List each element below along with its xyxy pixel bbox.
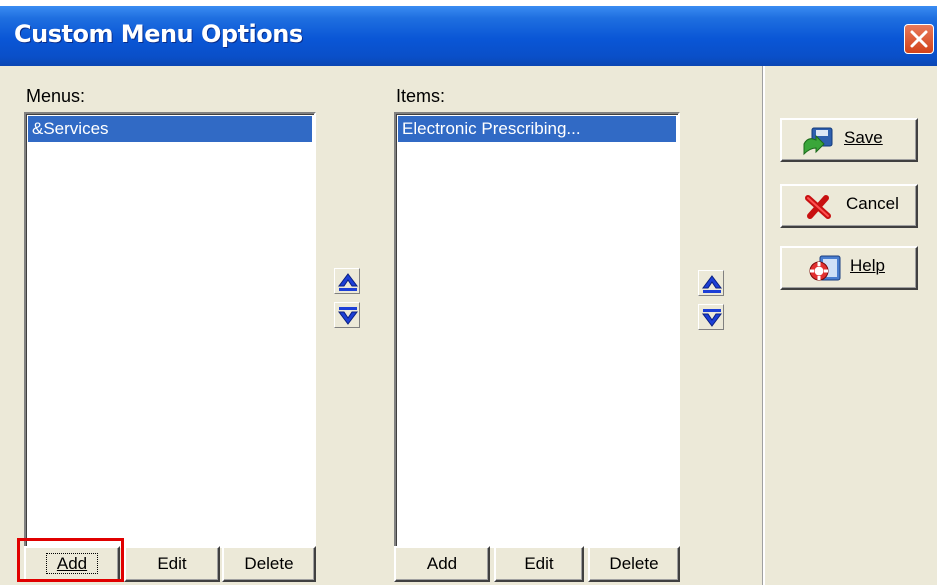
items-edit-label: Edit (524, 554, 554, 573)
menus-move-down-button[interactable] (334, 302, 360, 328)
cancel-button[interactable]: Cancel (780, 184, 918, 228)
menus-delete-button[interactable]: Delete (222, 546, 316, 582)
menus-listbox[interactable]: &Services (24, 112, 316, 548)
menus-edit-button[interactable]: Edit (124, 546, 220, 582)
items-add-label: Add (426, 554, 458, 573)
close-button[interactable] (904, 24, 934, 54)
save-icon (803, 127, 833, 156)
arrow-up-icon (338, 273, 358, 291)
arrow-down-icon (702, 309, 722, 327)
help-label: Help (850, 256, 885, 275)
save-button[interactable]: Save (780, 118, 918, 162)
custom-menu-options-window: Custom Menu Options Menus: &Services Add… (0, 6, 937, 585)
items-delete-button[interactable]: Delete (588, 546, 680, 582)
items-label: Items: (396, 86, 446, 106)
items-delete-label: Delete (609, 554, 659, 573)
save-label: Save (844, 128, 883, 147)
menus-delete-label: Delete (244, 554, 294, 573)
menus-label: Menus: (26, 86, 86, 106)
items-edit-button[interactable]: Edit (494, 546, 584, 582)
help-icon (809, 255, 841, 281)
items-move-down-button[interactable] (698, 304, 724, 330)
items-add-button[interactable]: Add (394, 546, 490, 582)
items-list-item[interactable]: Electronic Prescribing... (398, 116, 676, 142)
arrow-down-icon (338, 307, 358, 325)
cancel-icon (805, 195, 831, 219)
help-button[interactable]: Help (780, 246, 918, 290)
panel-divider (762, 66, 765, 585)
menus-list-item[interactable]: &Services (28, 116, 312, 142)
items-listbox[interactable]: Electronic Prescribing... (394, 112, 680, 548)
close-icon (910, 30, 928, 48)
title-bar: Custom Menu Options (0, 6, 937, 66)
cancel-label: Cancel (846, 194, 899, 213)
items-move-up-button[interactable] (698, 270, 724, 296)
arrow-up-icon (702, 275, 722, 293)
highlight-box (17, 538, 124, 582)
menus-edit-label: Edit (157, 554, 187, 573)
window-title: Custom Menu Options (14, 20, 303, 48)
menus-move-up-button[interactable] (334, 268, 360, 294)
